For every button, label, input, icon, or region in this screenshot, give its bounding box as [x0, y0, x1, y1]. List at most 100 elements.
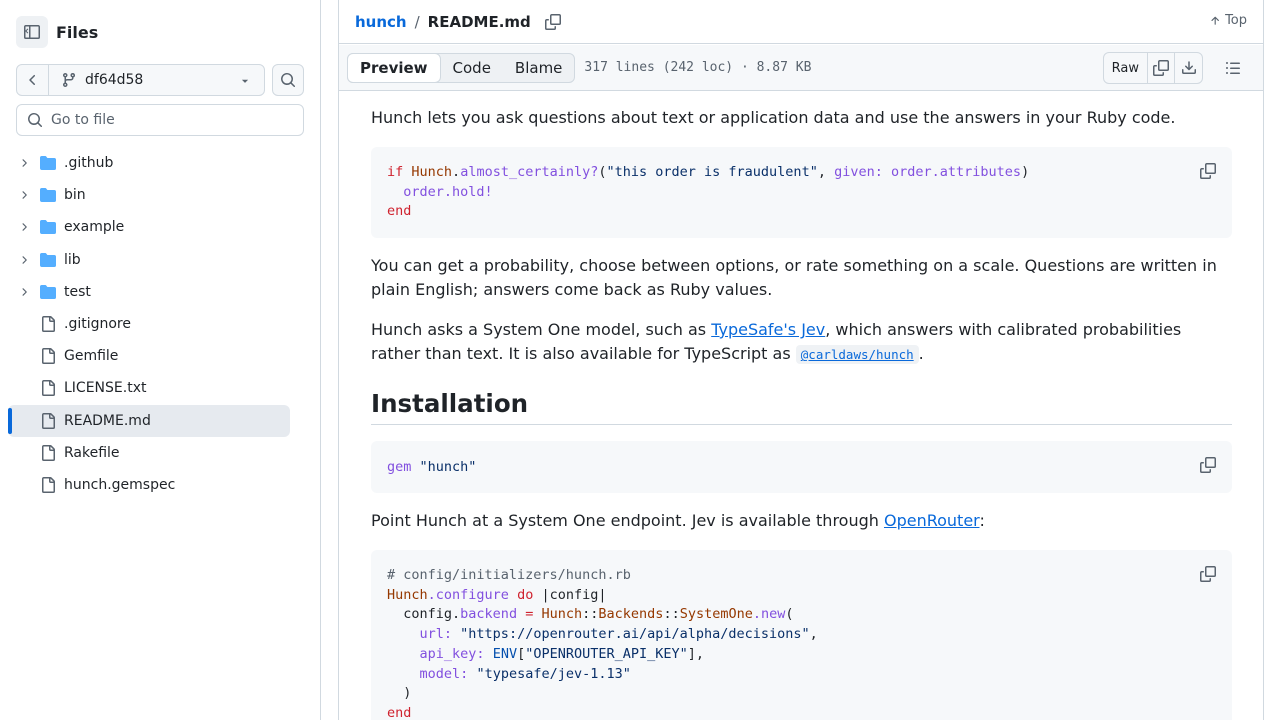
- tab-code[interactable]: Code: [441, 54, 503, 82]
- tree-item-label: LICENSE.txt: [64, 380, 147, 397]
- back-button[interactable]: [17, 65, 49, 95]
- tree-item-label: README.md: [64, 412, 151, 429]
- code-token: Hunch: [541, 606, 583, 623]
- code-token: do: [517, 586, 534, 603]
- tree-item-bin[interactable]: bin: [8, 179, 290, 211]
- code-token: "this order is fraudulent": [606, 164, 818, 180]
- tree-item-rakefile[interactable]: Rakefile: [8, 437, 290, 469]
- code-token: model:: [419, 665, 469, 682]
- code-token: url:: [419, 626, 453, 643]
- code-token: Backends: [598, 606, 664, 623]
- tree-item-license[interactable]: LICENSE.txt: [8, 372, 290, 404]
- tree-item-label: Rakefile: [64, 444, 120, 461]
- code-token: (: [785, 606, 794, 623]
- paragraph-system-one: Hunch asks a System One model, such as T…: [371, 318, 1232, 367]
- code-block-config: # config/initializers/hunch.rb Hunch.con…: [371, 550, 1232, 720]
- code-token: if: [387, 164, 404, 180]
- code-token: "typesafe/jev-1.13": [476, 665, 631, 682]
- code-token: gem: [387, 459, 412, 475]
- code-token: end: [387, 704, 412, 720]
- tree-item-lib[interactable]: lib: [8, 244, 290, 276]
- folder-icon: [40, 284, 56, 300]
- code-token: .new: [752, 606, 786, 623]
- chevron-right-icon[interactable]: [16, 286, 32, 298]
- code-token: |config|: [541, 586, 607, 603]
- chevron-right-icon[interactable]: [16, 254, 32, 266]
- code-token: "hunch": [419, 459, 477, 475]
- tab-blame[interactable]: Blame: [503, 54, 575, 82]
- file-icon: [40, 316, 56, 333]
- arrow-up-icon: [1211, 16, 1219, 25]
- tree-item-gemfile[interactable]: Gemfile: [8, 340, 290, 372]
- tree-item-example[interactable]: example: [8, 211, 290, 243]
- code-token: ],: [687, 645, 705, 662]
- code-token: config.: [403, 606, 461, 623]
- paragraph-endpoint: Point Hunch at a System One endpoint. Je…: [371, 509, 1232, 533]
- file-icon: [40, 412, 56, 429]
- code-token: ): [403, 685, 412, 702]
- copy-code-button[interactable]: [1198, 161, 1218, 181]
- code-token: (: [598, 164, 607, 180]
- file-tree-sidebar: Files df64d58 .github bi: [0, 0, 321, 720]
- chevron-left-icon: [28, 74, 35, 85]
- copy-path-button[interactable]: [544, 13, 561, 30]
- openrouter-link[interactable]: OpenRouter: [884, 511, 979, 530]
- list-unordered-icon: [1226, 62, 1240, 74]
- go-to-file-input[interactable]: [51, 112, 291, 128]
- tree-item-label: Gemfile: [64, 348, 119, 365]
- tree-item-label: lib: [64, 251, 81, 268]
- tab-preview[interactable]: Preview: [347, 52, 441, 83]
- code-block-example: if Hunch.almost_certainly?("this order i…: [371, 147, 1232, 238]
- tree-item-gitignore[interactable]: .gitignore: [8, 308, 290, 340]
- folder-icon: [40, 219, 56, 235]
- tree-item-readme[interactable]: README.md: [8, 404, 290, 437]
- text-span: Point Hunch at a System One endpoint. Je…: [371, 511, 884, 530]
- tree-item-label: hunch.gemspec: [64, 476, 176, 493]
- copy-icon: [1200, 163, 1216, 179]
- copy-code-button[interactable]: [1198, 455, 1218, 475]
- chevron-right-icon[interactable]: [16, 221, 32, 233]
- code-token: almost_certainly?: [460, 164, 599, 180]
- breadcrumb: hunch / README.md: [355, 13, 531, 31]
- chevron-right-icon[interactable]: [16, 157, 32, 169]
- raw-button[interactable]: Raw: [1104, 53, 1148, 83]
- npm-package-link[interactable]: @carldaws/hunch: [801, 347, 914, 362]
- caret-down-icon: [241, 79, 249, 83]
- go-to-file-field[interactable]: [16, 104, 304, 136]
- breadcrumb-repo-link[interactable]: hunch: [355, 13, 407, 31]
- chevron-right-icon[interactable]: [16, 189, 32, 201]
- file-view: hunch / README.md Top Preview Code Blame…: [338, 0, 1264, 720]
- code-token: given:: [834, 164, 883, 180]
- download-button[interactable]: [1175, 53, 1202, 83]
- tree-item-test[interactable]: test: [8, 276, 290, 308]
- git-branch-icon: [62, 73, 75, 88]
- branch-picker-group: df64d58: [16, 64, 265, 96]
- outline-button[interactable]: [1219, 53, 1247, 83]
- copy-code-button[interactable]: [1198, 564, 1218, 584]
- inline-code: @carldaws/hunch: [795, 345, 919, 364]
- tree-item-github[interactable]: .github: [8, 147, 290, 179]
- code-token: .configure: [427, 586, 509, 603]
- code-token: ::: [663, 606, 680, 623]
- sidebar-header: Files: [16, 16, 98, 48]
- tree-item-label: example: [64, 219, 125, 236]
- tree-item-gemspec[interactable]: hunch.gemspec: [8, 469, 290, 501]
- copy-raw-button[interactable]: [1148, 53, 1175, 83]
- search-button[interactable]: [272, 64, 304, 96]
- tree-item-label: .gitignore: [64, 316, 131, 333]
- collapse-sidebar-button[interactable]: [16, 16, 48, 48]
- installation-heading: Installation: [371, 389, 1232, 425]
- back-to-top-link[interactable]: Top: [1209, 13, 1247, 28]
- sidebar-collapse-icon: [24, 25, 40, 39]
- code-token: order.attributes: [891, 164, 1022, 180]
- code-token: order.hold!: [403, 183, 493, 200]
- download-icon: [1181, 61, 1196, 74]
- code-token: SystemOne: [679, 606, 753, 623]
- tree-item-label: bin: [64, 187, 86, 204]
- typesafe-jev-link[interactable]: TypeSafe's Jev: [711, 320, 825, 339]
- file-icon: [40, 444, 56, 461]
- branch-select[interactable]: df64d58: [49, 65, 264, 95]
- tree-item-label: test: [64, 283, 91, 300]
- branch-row: df64d58: [16, 64, 304, 96]
- code-token: Hunch: [387, 586, 428, 603]
